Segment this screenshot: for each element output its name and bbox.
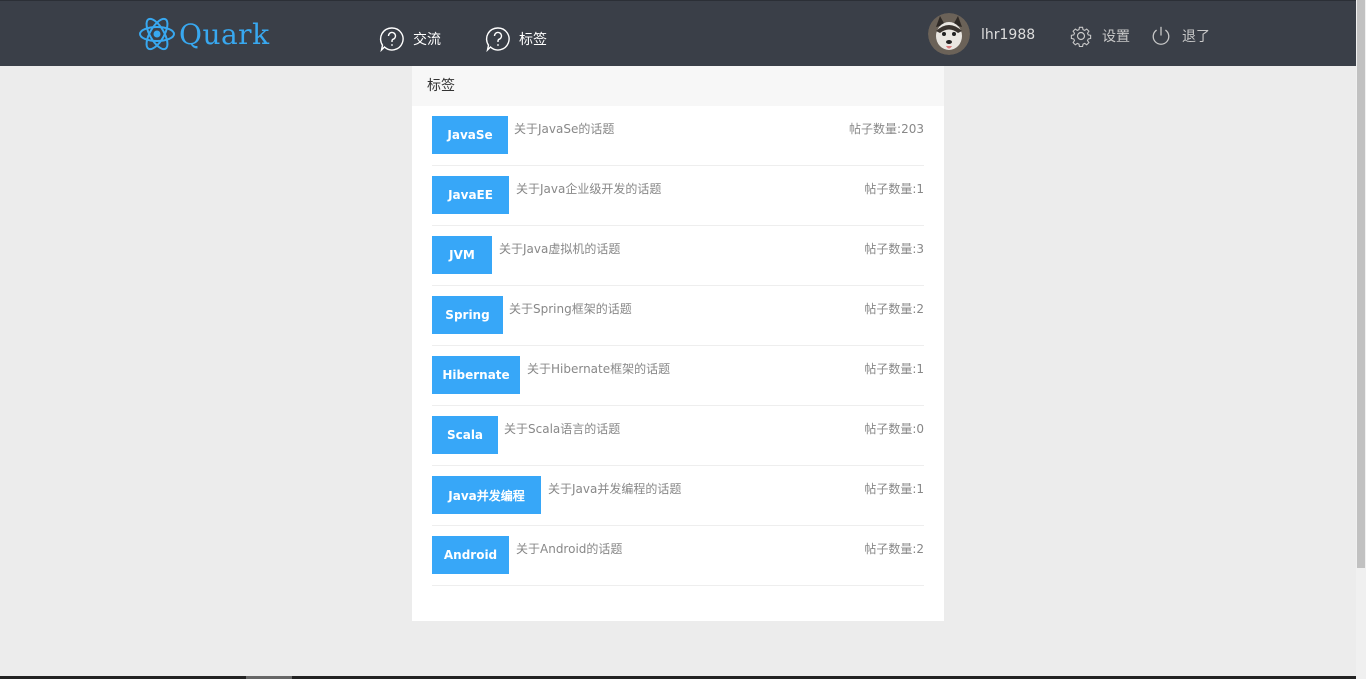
atom-icon: [139, 17, 175, 51]
tag-row: Hibernate 关于Hibernate框架的话题 帖子数量:1: [432, 346, 924, 406]
tag-button-javase[interactable]: JavaSe: [432, 116, 508, 154]
tag-post-count: 帖子数量:1: [864, 362, 924, 376]
nav-link-jiaoliu[interactable]: 交流: [379, 25, 441, 53]
tag-description: 关于Hibernate框架的话题: [527, 362, 671, 376]
tag-post-count: 帖子数量:1: [864, 482, 924, 496]
question-bubble-icon: [485, 26, 511, 52]
tag-description: 关于Java虚拟机的话题: [499, 242, 621, 256]
tag-description: 关于Android的话题: [516, 542, 623, 556]
husky-avatar-icon: [928, 13, 970, 55]
gear-icon: [1070, 25, 1092, 47]
scrollbar-thumb[interactable]: [1357, 0, 1365, 568]
tag-description: 关于JavaSe的话题: [514, 122, 615, 136]
avatar[interactable]: [928, 13, 970, 55]
power-icon: [1150, 25, 1172, 47]
tag-button-android[interactable]: Android: [432, 536, 509, 574]
nav-link-label: 交流: [413, 32, 441, 48]
tag-list: JavaSe 关于JavaSe的话题 帖子数量:203 JavaEE 关于Jav…: [412, 106, 944, 586]
tag-post-count: 帖子数量:0: [864, 422, 924, 436]
panel-title: 标签: [412, 66, 944, 106]
nav-link-label: 标签: [519, 32, 547, 48]
logout-link[interactable]: 退了: [1150, 23, 1210, 49]
tag-row: JVM 关于Java虚拟机的话题 帖子数量:3: [432, 226, 924, 286]
tag-button-jvm[interactable]: JVM: [432, 236, 492, 274]
tag-row: JavaSe 关于JavaSe的话题 帖子数量:203: [432, 106, 924, 166]
tags-panel: 标签 JavaSe 关于JavaSe的话题 帖子数量:203 JavaEE 关于…: [412, 66, 944, 621]
settings-label: 设置: [1102, 29, 1130, 45]
tag-description: 关于Spring框架的话题: [509, 302, 632, 316]
username[interactable]: lhr1988: [981, 27, 1035, 43]
settings-link[interactable]: 设置: [1070, 23, 1130, 49]
tag-post-count: 帖子数量:2: [864, 542, 924, 556]
tag-post-count: 帖子数量:3: [864, 242, 924, 256]
page-scrollbar[interactable]: [1356, 0, 1366, 679]
tag-post-count: 帖子数量:203: [849, 122, 924, 136]
logout-label: 退了: [1182, 29, 1210, 45]
tag-button-javaee[interactable]: JavaEE: [432, 176, 509, 214]
tag-row: Spring 关于Spring框架的话题 帖子数量:2: [432, 286, 924, 346]
quark-logo[interactable]: Quark: [137, 14, 270, 54]
tag-button-hibernate[interactable]: Hibernate: [432, 356, 520, 394]
tag-button-spring[interactable]: Spring: [432, 296, 503, 334]
nav-link-biaoqian[interactable]: 标签: [485, 25, 547, 53]
tag-description: 关于Java企业级开发的话题: [516, 182, 662, 196]
tag-button-java-concurrency[interactable]: Java并发编程: [432, 476, 541, 514]
tag-description: 关于Java并发编程的话题: [548, 482, 682, 496]
tag-post-count: 帖子数量:2: [864, 302, 924, 316]
tag-button-scala[interactable]: Scala: [432, 416, 498, 454]
tag-post-count: 帖子数量:1: [864, 182, 924, 196]
brand-name: Quark: [179, 17, 270, 51]
tag-row: JavaEE 关于Java企业级开发的话题 帖子数量:1: [432, 166, 924, 226]
tag-row: Scala 关于Scala语言的话题 帖子数量:0: [432, 406, 924, 466]
top-navbar: Quark 交流 标签 lhr1988 设置 退了: [0, 0, 1356, 66]
tag-row: Java并发编程 关于Java并发编程的话题 帖子数量:1: [432, 466, 924, 526]
tag-description: 关于Scala语言的话题: [504, 422, 621, 436]
question-bubble-icon: [379, 26, 405, 52]
tag-row: Android 关于Android的话题 帖子数量:2: [432, 526, 924, 586]
